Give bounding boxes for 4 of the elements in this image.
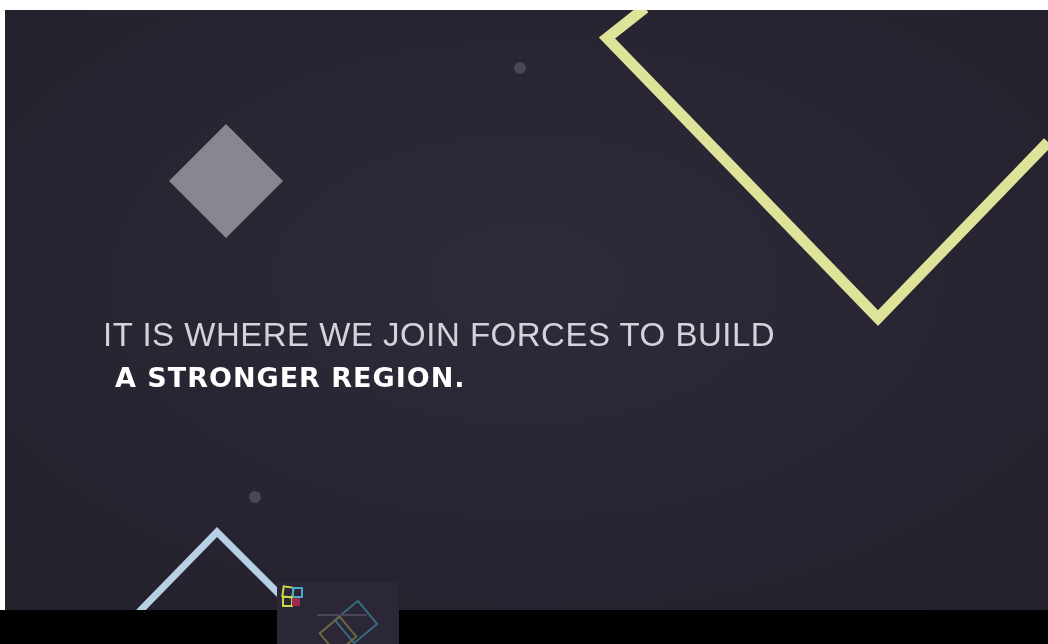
slide-text: A STRONGER REGION. [114,362,466,393]
dot-shape [249,491,261,503]
dot-shape [514,62,526,74]
slide-text: IT IS WHERE WE JOIN FORCES TO BUILD [103,316,776,354]
